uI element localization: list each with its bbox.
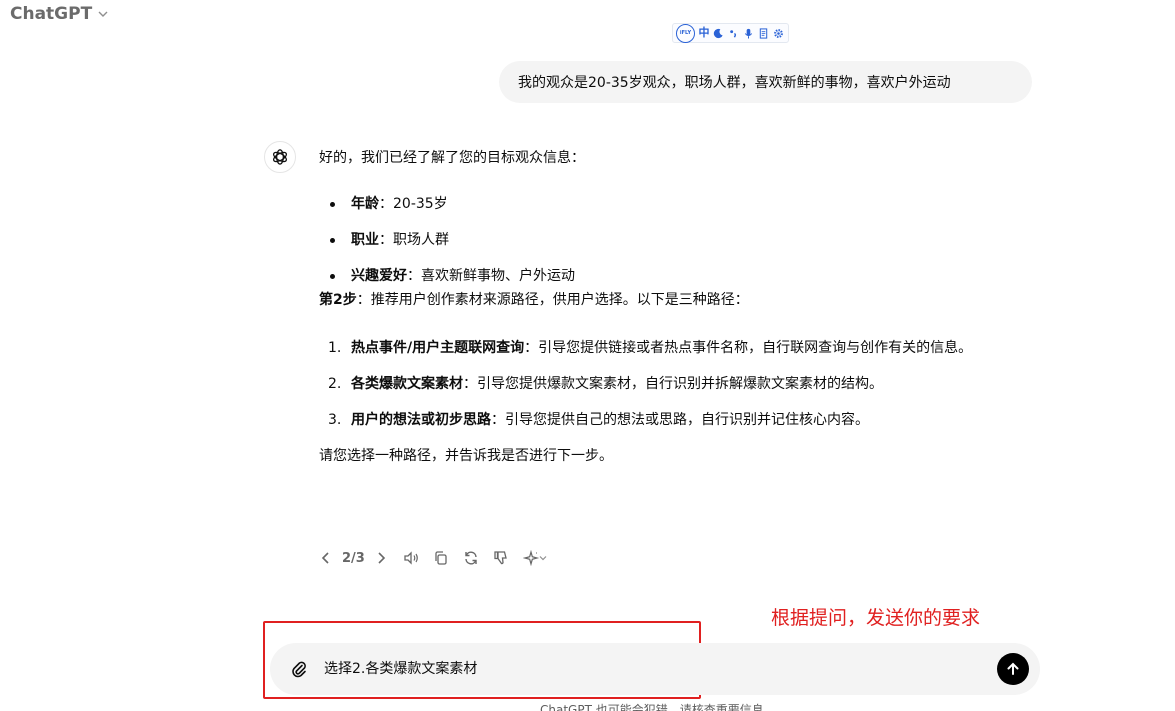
read-aloud-icon[interactable] [401, 548, 421, 568]
assistant-avatar [264, 141, 296, 173]
model-name: ChatGPT [10, 4, 93, 24]
list-item: 职业：职场人群 [319, 228, 1039, 252]
chevron-right-icon[interactable] [371, 548, 391, 568]
answer-intro: 好的，我们已经了解了您的目标观众信息： [319, 150, 585, 166]
ifly-logo[interactable]: iFLY [676, 23, 695, 43]
list-item: 3. 用户的想法或初步思路：引导您提供自己的想法或思路，自行识别并记住核心内容。 [328, 412, 869, 428]
list-item: 1. 热点事件/用户主题联网查询：引导您提供链接或者热点事件名称，自行联网查询与创… [328, 340, 973, 356]
paperclip-icon[interactable] [288, 658, 310, 680]
ifly-lang-toggle[interactable]: 中 [698, 27, 710, 39]
step-heading: 第2步：推荐用户创作素材来源路径，供用户选择。以下是三种路径： [319, 292, 749, 308]
document-icon[interactable] [758, 27, 770, 39]
response-pager: 2/3 [342, 550, 365, 566]
arrow-up-icon [1007, 662, 1019, 675]
list-item: 兴趣爱好：喜欢新鲜事物、户外运动 [319, 264, 1039, 288]
response-actions: 2/3 [316, 546, 551, 570]
audience-list: 年龄：20-35岁 职业：职场人群 兴趣爱好：喜欢新鲜事物、户外运动 [319, 192, 1039, 288]
moon-icon[interactable] [713, 28, 725, 39]
gear-icon[interactable] [773, 28, 785, 39]
user-message-bubble: 我的观众是20-35岁观众，职场人群，喜欢新鲜的事物，喜欢户外运动 [499, 61, 1032, 103]
model-switcher[interactable]: ChatGPT [10, 4, 109, 24]
openai-logo-icon [273, 149, 287, 165]
path-list: 1. 热点事件/用户主题联网查询：引导您提供链接或者热点事件名称，自行联网查询与创… [319, 336, 1039, 432]
answer-closing: 请您选择一种路径，并告诉我是否进行下一步。 [319, 448, 613, 464]
microphone-icon[interactable] [743, 28, 755, 39]
chevron-down-icon [98, 11, 108, 17]
list-item: 年龄：20-35岁 [319, 192, 1039, 216]
chat-app: ChatGPT iFLY 中 我的观众是20-35岁观众，职场人群，喜欢新鲜的事… [0, 0, 1175, 711]
ifly-toolbar: iFLY 中 [672, 23, 789, 43]
assistant-message: 好的，我们已经了解了您的目标观众信息： 年龄：20-35岁 职业：职场人群 兴趣… [319, 146, 1039, 468]
thumbs-down-icon[interactable] [491, 548, 511, 568]
annotation-text: 根据提问，发送你的要求 [771, 607, 981, 629]
message-input[interactable] [324, 643, 964, 695]
sparkle-model-icon[interactable] [521, 548, 551, 568]
disclaimer: ChatGPT 也可能会犯错。请核查重要信息。 [540, 703, 776, 711]
copy-icon[interactable] [431, 548, 451, 568]
list-item: 2. 各类爆款文案素材：引导您提供爆款文案素材，自行识别并拆解爆款文案素材的结构。 [328, 376, 883, 392]
user-message-text: 我的观众是20-35岁观众，职场人群，喜欢新鲜的事物，喜欢户外运动 [518, 75, 951, 91]
chevron-left-icon[interactable] [316, 548, 336, 568]
punctuation-icon[interactable] [728, 28, 740, 39]
regenerate-icon[interactable] [461, 548, 481, 568]
composer [270, 643, 1040, 695]
send-button[interactable] [997, 653, 1029, 685]
